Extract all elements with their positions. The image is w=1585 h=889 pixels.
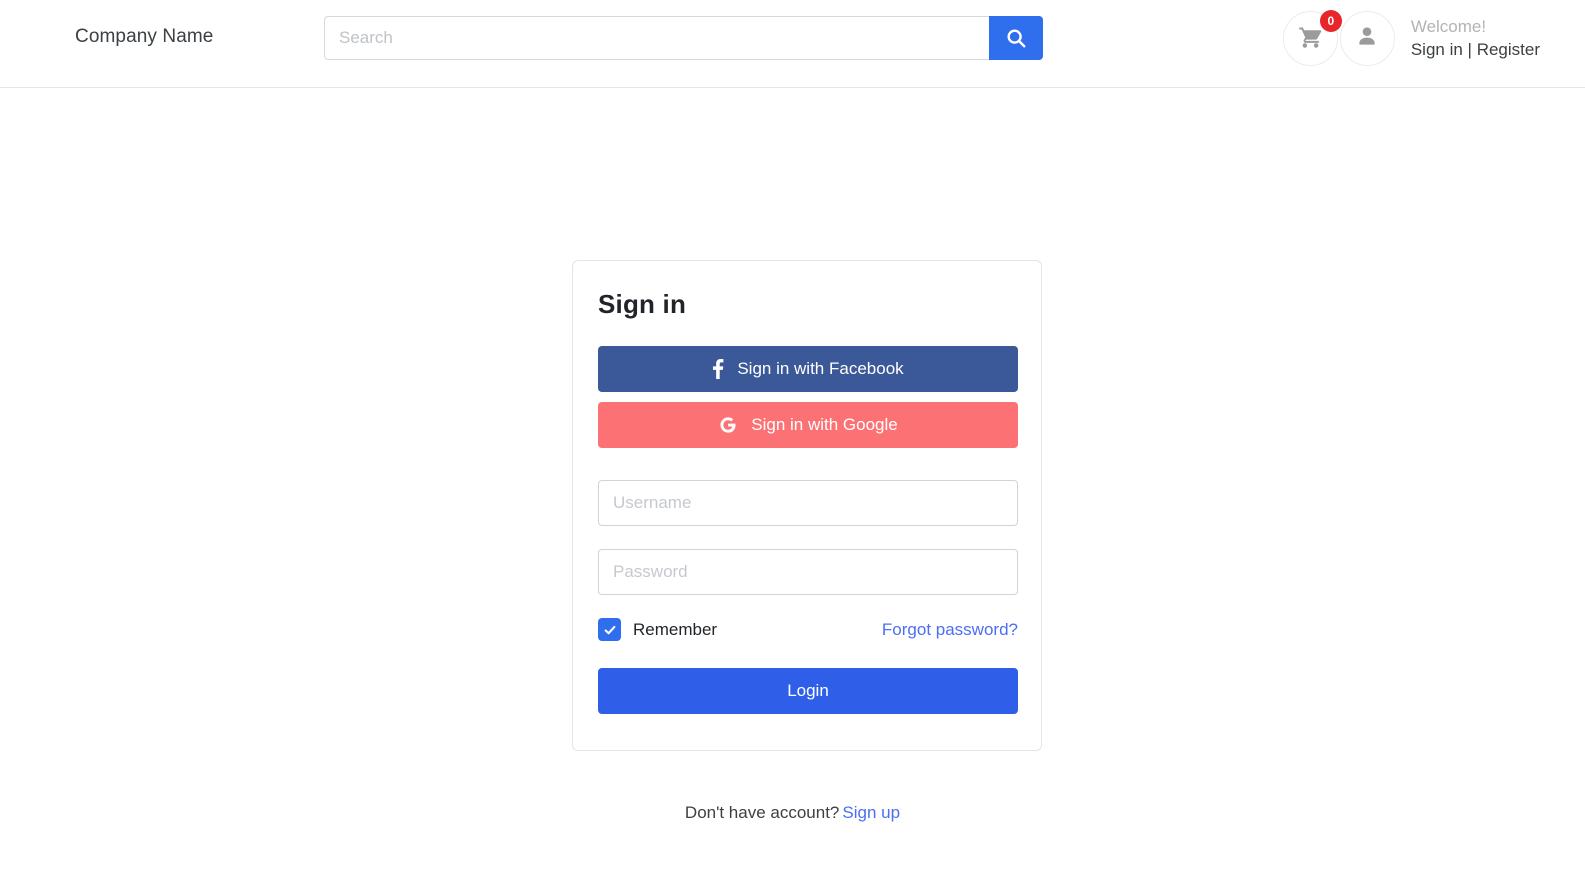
signup-prompt: Don't have account? Sign up: [0, 803, 1585, 823]
header-user-cluster: 0 Welcome! Sign in | Register: [1282, 10, 1540, 66]
remember-and-forgot-row: Remember Forgot password?: [598, 618, 1018, 641]
section-divider-space: [598, 458, 1016, 480]
sign-in-with-google-button[interactable]: Sign in with Google: [598, 402, 1018, 448]
page-title: Sign in: [598, 289, 687, 319]
sign-in-with-facebook-button[interactable]: Sign in with Facebook: [598, 346, 1018, 392]
main-content: Sign in Sign in with Facebook Sign in wi…: [0, 88, 1585, 889]
cart-button[interactable]: 0: [1282, 10, 1342, 66]
sign-in-card: Sign in Sign in with Facebook Sign in wi…: [572, 260, 1042, 751]
cart-badge-count: 0: [1319, 10, 1342, 32]
remember-checkbox[interactable]: [598, 618, 621, 641]
header-sign-in-link[interactable]: Sign in: [1411, 40, 1463, 59]
forgot-password-link[interactable]: Forgot password?: [882, 620, 1018, 640]
brand-logo[interactable]: Company Name: [75, 26, 213, 48]
remember-label: Remember: [633, 619, 718, 639]
auth-links: Sign in | Register: [1411, 39, 1540, 61]
search-bar: [324, 16, 1043, 60]
sign-up-link[interactable]: Sign up: [842, 803, 900, 822]
google-icon: [718, 415, 738, 435]
check-icon: [603, 623, 617, 637]
sign-in-with-facebook-label: Sign in with Facebook: [737, 359, 904, 378]
user-avatar-icon: [1354, 23, 1380, 54]
username-input[interactable]: [598, 480, 1018, 526]
sign-in-with-google-label: Sign in with Google: [751, 415, 898, 434]
remember-me-group[interactable]: Remember: [598, 618, 717, 641]
auth-links-separator: |: [1462, 39, 1477, 59]
search-button[interactable]: [989, 16, 1043, 60]
search-input[interactable]: [324, 16, 989, 60]
header-register-link[interactable]: Register: [1477, 40, 1540, 59]
facebook-icon: [712, 359, 724, 379]
account-button[interactable]: [1339, 11, 1395, 66]
shopping-cart-icon: [1297, 23, 1324, 55]
login-button[interactable]: Login: [598, 668, 1018, 714]
welcome-text: Welcome!: [1410, 17, 1487, 37]
no-account-text: Don't have account?: [684, 803, 840, 822]
password-input[interactable]: [598, 549, 1018, 595]
search-icon: [1005, 27, 1027, 49]
welcome-block: Welcome! Sign in | Register: [1411, 16, 1540, 61]
site-header: Company Name 0: [0, 0, 1585, 88]
